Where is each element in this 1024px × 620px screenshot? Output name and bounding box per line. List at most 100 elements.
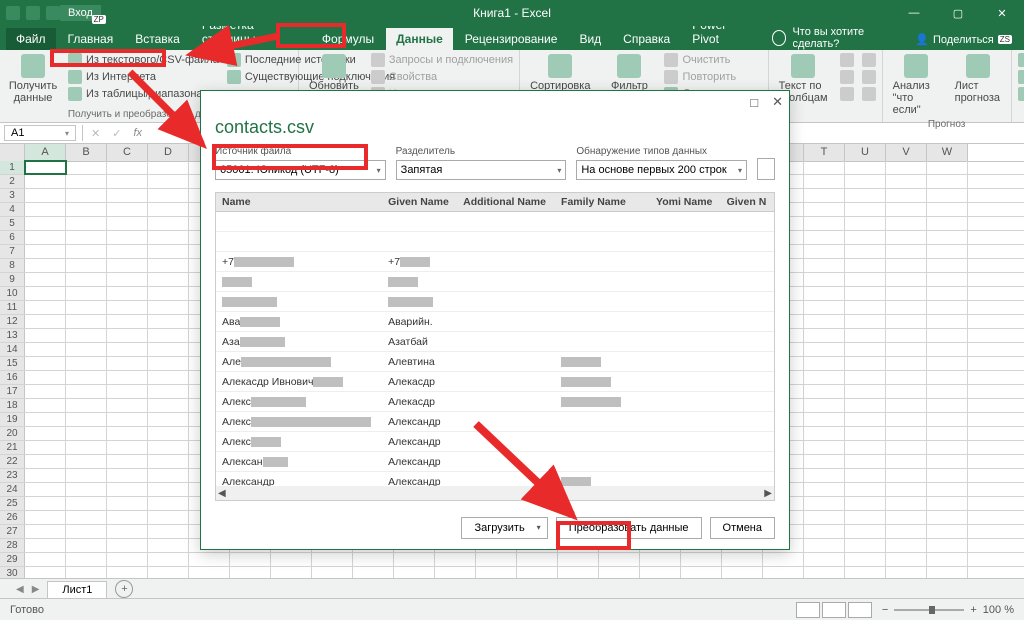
cell[interactable]: [107, 357, 148, 370]
cell[interactable]: [927, 455, 968, 468]
cell[interactable]: [66, 511, 107, 524]
tab-data[interactable]: Данные: [386, 28, 453, 50]
cell[interactable]: [66, 399, 107, 412]
forecast-button[interactable]: Лист прогноза: [951, 52, 1005, 106]
cell[interactable]: [804, 539, 845, 552]
cell[interactable]: [804, 469, 845, 482]
cell[interactable]: [148, 161, 189, 174]
cell[interactable]: [353, 553, 394, 566]
cell[interactable]: [927, 525, 968, 538]
cell[interactable]: [271, 553, 312, 566]
cell[interactable]: [25, 511, 66, 524]
cell[interactable]: [845, 189, 886, 202]
cell[interactable]: [148, 189, 189, 202]
cell[interactable]: [25, 189, 66, 202]
cell[interactable]: [845, 483, 886, 496]
row-header[interactable]: 4: [0, 203, 25, 216]
cell[interactable]: [845, 315, 886, 328]
cell[interactable]: [230, 553, 271, 566]
cell[interactable]: [927, 203, 968, 216]
cell[interactable]: [25, 259, 66, 272]
col-header[interactable]: V: [886, 144, 927, 161]
cell[interactable]: [435, 553, 476, 566]
cell[interactable]: [886, 231, 927, 244]
share-button[interactable]: 👤Поделиться ZS: [903, 29, 1024, 50]
cell[interactable]: [845, 427, 886, 440]
cell[interactable]: [927, 315, 968, 328]
cell[interactable]: [845, 385, 886, 398]
cell[interactable]: [148, 273, 189, 286]
cell[interactable]: [804, 203, 845, 216]
cell[interactable]: [927, 175, 968, 188]
cell[interactable]: [804, 329, 845, 342]
cell[interactable]: [927, 539, 968, 552]
row-header[interactable]: 29: [0, 553, 25, 566]
cell[interactable]: [886, 343, 927, 356]
cell[interactable]: [886, 357, 927, 370]
new-sheet-button[interactable]: +: [115, 580, 133, 598]
cell[interactable]: [927, 553, 968, 566]
cell[interactable]: [66, 287, 107, 300]
cell[interactable]: [886, 399, 927, 412]
cell[interactable]: [804, 161, 845, 174]
cell[interactable]: [927, 287, 968, 300]
cell[interactable]: [845, 231, 886, 244]
cell[interactable]: [394, 553, 435, 566]
cell[interactable]: [681, 553, 722, 566]
cell[interactable]: [25, 175, 66, 188]
cell[interactable]: [148, 497, 189, 510]
cell[interactable]: [927, 399, 968, 412]
cell[interactable]: [845, 217, 886, 230]
cell[interactable]: [845, 287, 886, 300]
cell[interactable]: [927, 511, 968, 524]
cell[interactable]: [804, 287, 845, 300]
view-pagebreak-icon[interactable]: [848, 602, 872, 618]
sort-button[interactable]: Сортировка: [526, 52, 594, 94]
cell[interactable]: [107, 371, 148, 384]
cell[interactable]: [66, 301, 107, 314]
col-header[interactable]: A: [25, 144, 66, 161]
from-table-button[interactable]: Из таблицы/диапазона: [68, 86, 219, 102]
row-header[interactable]: 5: [0, 217, 25, 230]
cell[interactable]: [66, 385, 107, 398]
cell[interactable]: [845, 371, 886, 384]
row-header[interactable]: 8: [0, 259, 25, 272]
filter-button[interactable]: Фильтр: [602, 52, 656, 94]
row-header[interactable]: 11: [0, 301, 25, 314]
cell[interactable]: [845, 399, 886, 412]
queries-button[interactable]: Запросы и подключения: [371, 52, 513, 68]
cell[interactable]: [886, 469, 927, 482]
cell[interactable]: [148, 427, 189, 440]
cell[interactable]: [25, 245, 66, 258]
cell[interactable]: [66, 245, 107, 258]
cell[interactable]: [804, 427, 845, 440]
fx-icon[interactable]: fx: [127, 127, 148, 139]
cell[interactable]: [804, 259, 845, 272]
cell[interactable]: [804, 399, 845, 412]
cell[interactable]: [886, 371, 927, 384]
cell[interactable]: [25, 413, 66, 426]
row-header[interactable]: 22: [0, 455, 25, 468]
cell[interactable]: [107, 217, 148, 230]
cell[interactable]: [148, 371, 189, 384]
cell[interactable]: [804, 273, 845, 286]
cell[interactable]: [845, 511, 886, 524]
tab-view[interactable]: Вид: [569, 28, 611, 50]
cell[interactable]: [804, 413, 845, 426]
row-header[interactable]: 23: [0, 469, 25, 482]
col-header[interactable]: C: [107, 144, 148, 161]
cell[interactable]: [927, 343, 968, 356]
cell[interactable]: [66, 525, 107, 538]
cell[interactable]: [845, 273, 886, 286]
cell[interactable]: [804, 385, 845, 398]
cell[interactable]: [66, 259, 107, 272]
cell[interactable]: [25, 441, 66, 454]
cell[interactable]: [107, 539, 148, 552]
cell[interactable]: [107, 245, 148, 258]
row-header[interactable]: 20: [0, 427, 25, 440]
cell[interactable]: [886, 301, 927, 314]
cell[interactable]: [886, 245, 927, 258]
cell[interactable]: [107, 469, 148, 482]
cell[interactable]: [886, 441, 927, 454]
cell[interactable]: [107, 231, 148, 244]
